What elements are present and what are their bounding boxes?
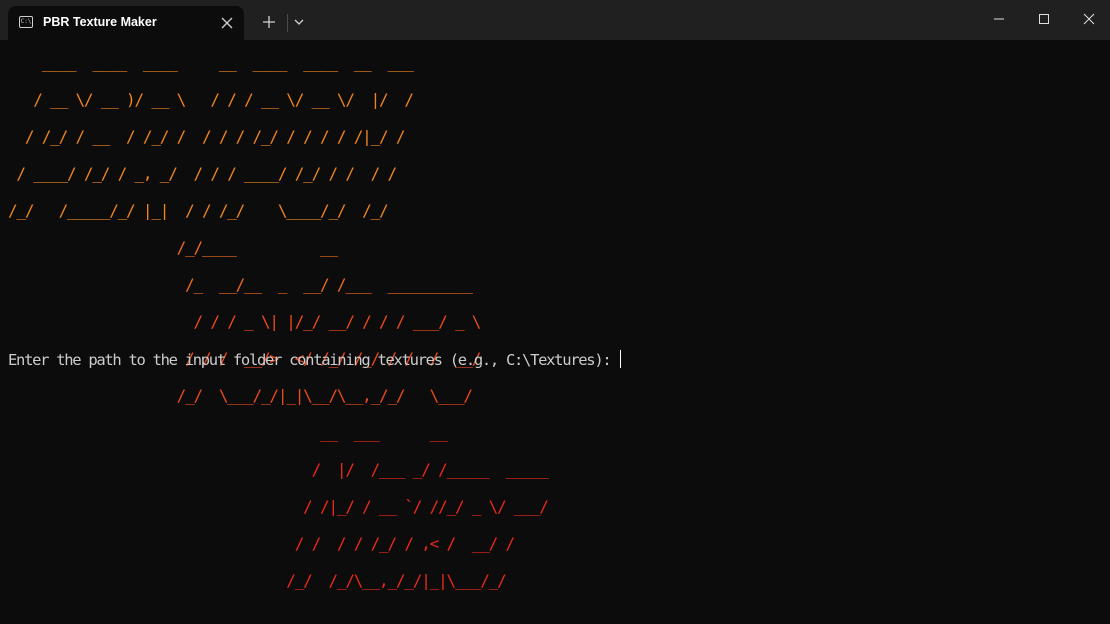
- tab-pbr-texture-maker[interactable]: C:\ PBR Texture Maker: [8, 6, 244, 40]
- banner-line: / / / / /_/ / ,< / __/ /: [8, 534, 515, 553]
- banner-line: / /|_/ / __ `/ //_/ _ \/ ___/: [8, 497, 549, 516]
- banner-line: /_/ \___/_/|_|\__/\__,_/_/ \___/: [8, 386, 473, 405]
- prompt-text: Enter the path to the input folder conta…: [8, 351, 619, 369]
- input-prompt[interactable]: Enter the path to the input folder conta…: [8, 350, 622, 369]
- banner-line: / ____/ /_/ / _, _/ / / / ____/ /_/ / / …: [8, 164, 397, 183]
- banner-line: / |/ /___ _/ /_____ _____: [8, 460, 549, 479]
- terminal-output[interactable]: ____ ____ ____ __ ____ ____ __ ___ / __ …: [0, 40, 1110, 624]
- banner-line: / /_/ / __ / /_/ / / / / /_/ / / / / /|_…: [8, 127, 406, 146]
- close-icon: [1083, 13, 1095, 25]
- new-tab-button[interactable]: [259, 12, 279, 32]
- terminal-window: C:\ PBR Texture Maker ____ ____ ____ __ …: [0, 0, 1110, 624]
- banner-line: /_/ /_____/_/ |_| / / /_/ \____/_/ /_/: [8, 201, 389, 220]
- plus-icon: [263, 16, 275, 28]
- chevron-down-icon: [294, 19, 304, 25]
- banner-line: /_ __/__ _ __/ /___ __________: [8, 275, 473, 294]
- banner-line: / __ \/ __ )/ __ \ / / / __ \/ __ \/ |/ …: [8, 90, 414, 109]
- maximize-icon: [1039, 14, 1049, 24]
- tab-dropdown-button[interactable]: [290, 13, 308, 31]
- minimize-button[interactable]: [976, 0, 1022, 40]
- banner-line: / / / _ \| |/_/ __/ / / / ___/ _ \: [8, 312, 482, 331]
- terminal-icon: C:\: [19, 16, 33, 28]
- ascii-art-banner: ____ ____ ____ __ ____ ____ __ ___ / __ …: [8, 53, 549, 591]
- title-bar: C:\ PBR Texture Maker: [0, 0, 1110, 40]
- tab-title: PBR Texture Maker: [43, 15, 157, 29]
- banner-line: ____ ____ ____ __ ____ ____ __ ___: [8, 53, 414, 72]
- maximize-button[interactable]: [1021, 0, 1067, 40]
- text-cursor: [620, 350, 622, 368]
- banner-line: /_/____ __: [8, 238, 338, 257]
- banner-line: __ ___ __: [8, 423, 448, 442]
- banner-line: /_/ /_/\__,_/_/|_|\___/_/: [8, 571, 506, 590]
- close-icon: [221, 17, 233, 29]
- minimize-icon: [994, 18, 1004, 20]
- tab-divider: [287, 14, 288, 32]
- close-tab-button[interactable]: [217, 13, 237, 33]
- close-window-button[interactable]: [1066, 0, 1110, 40]
